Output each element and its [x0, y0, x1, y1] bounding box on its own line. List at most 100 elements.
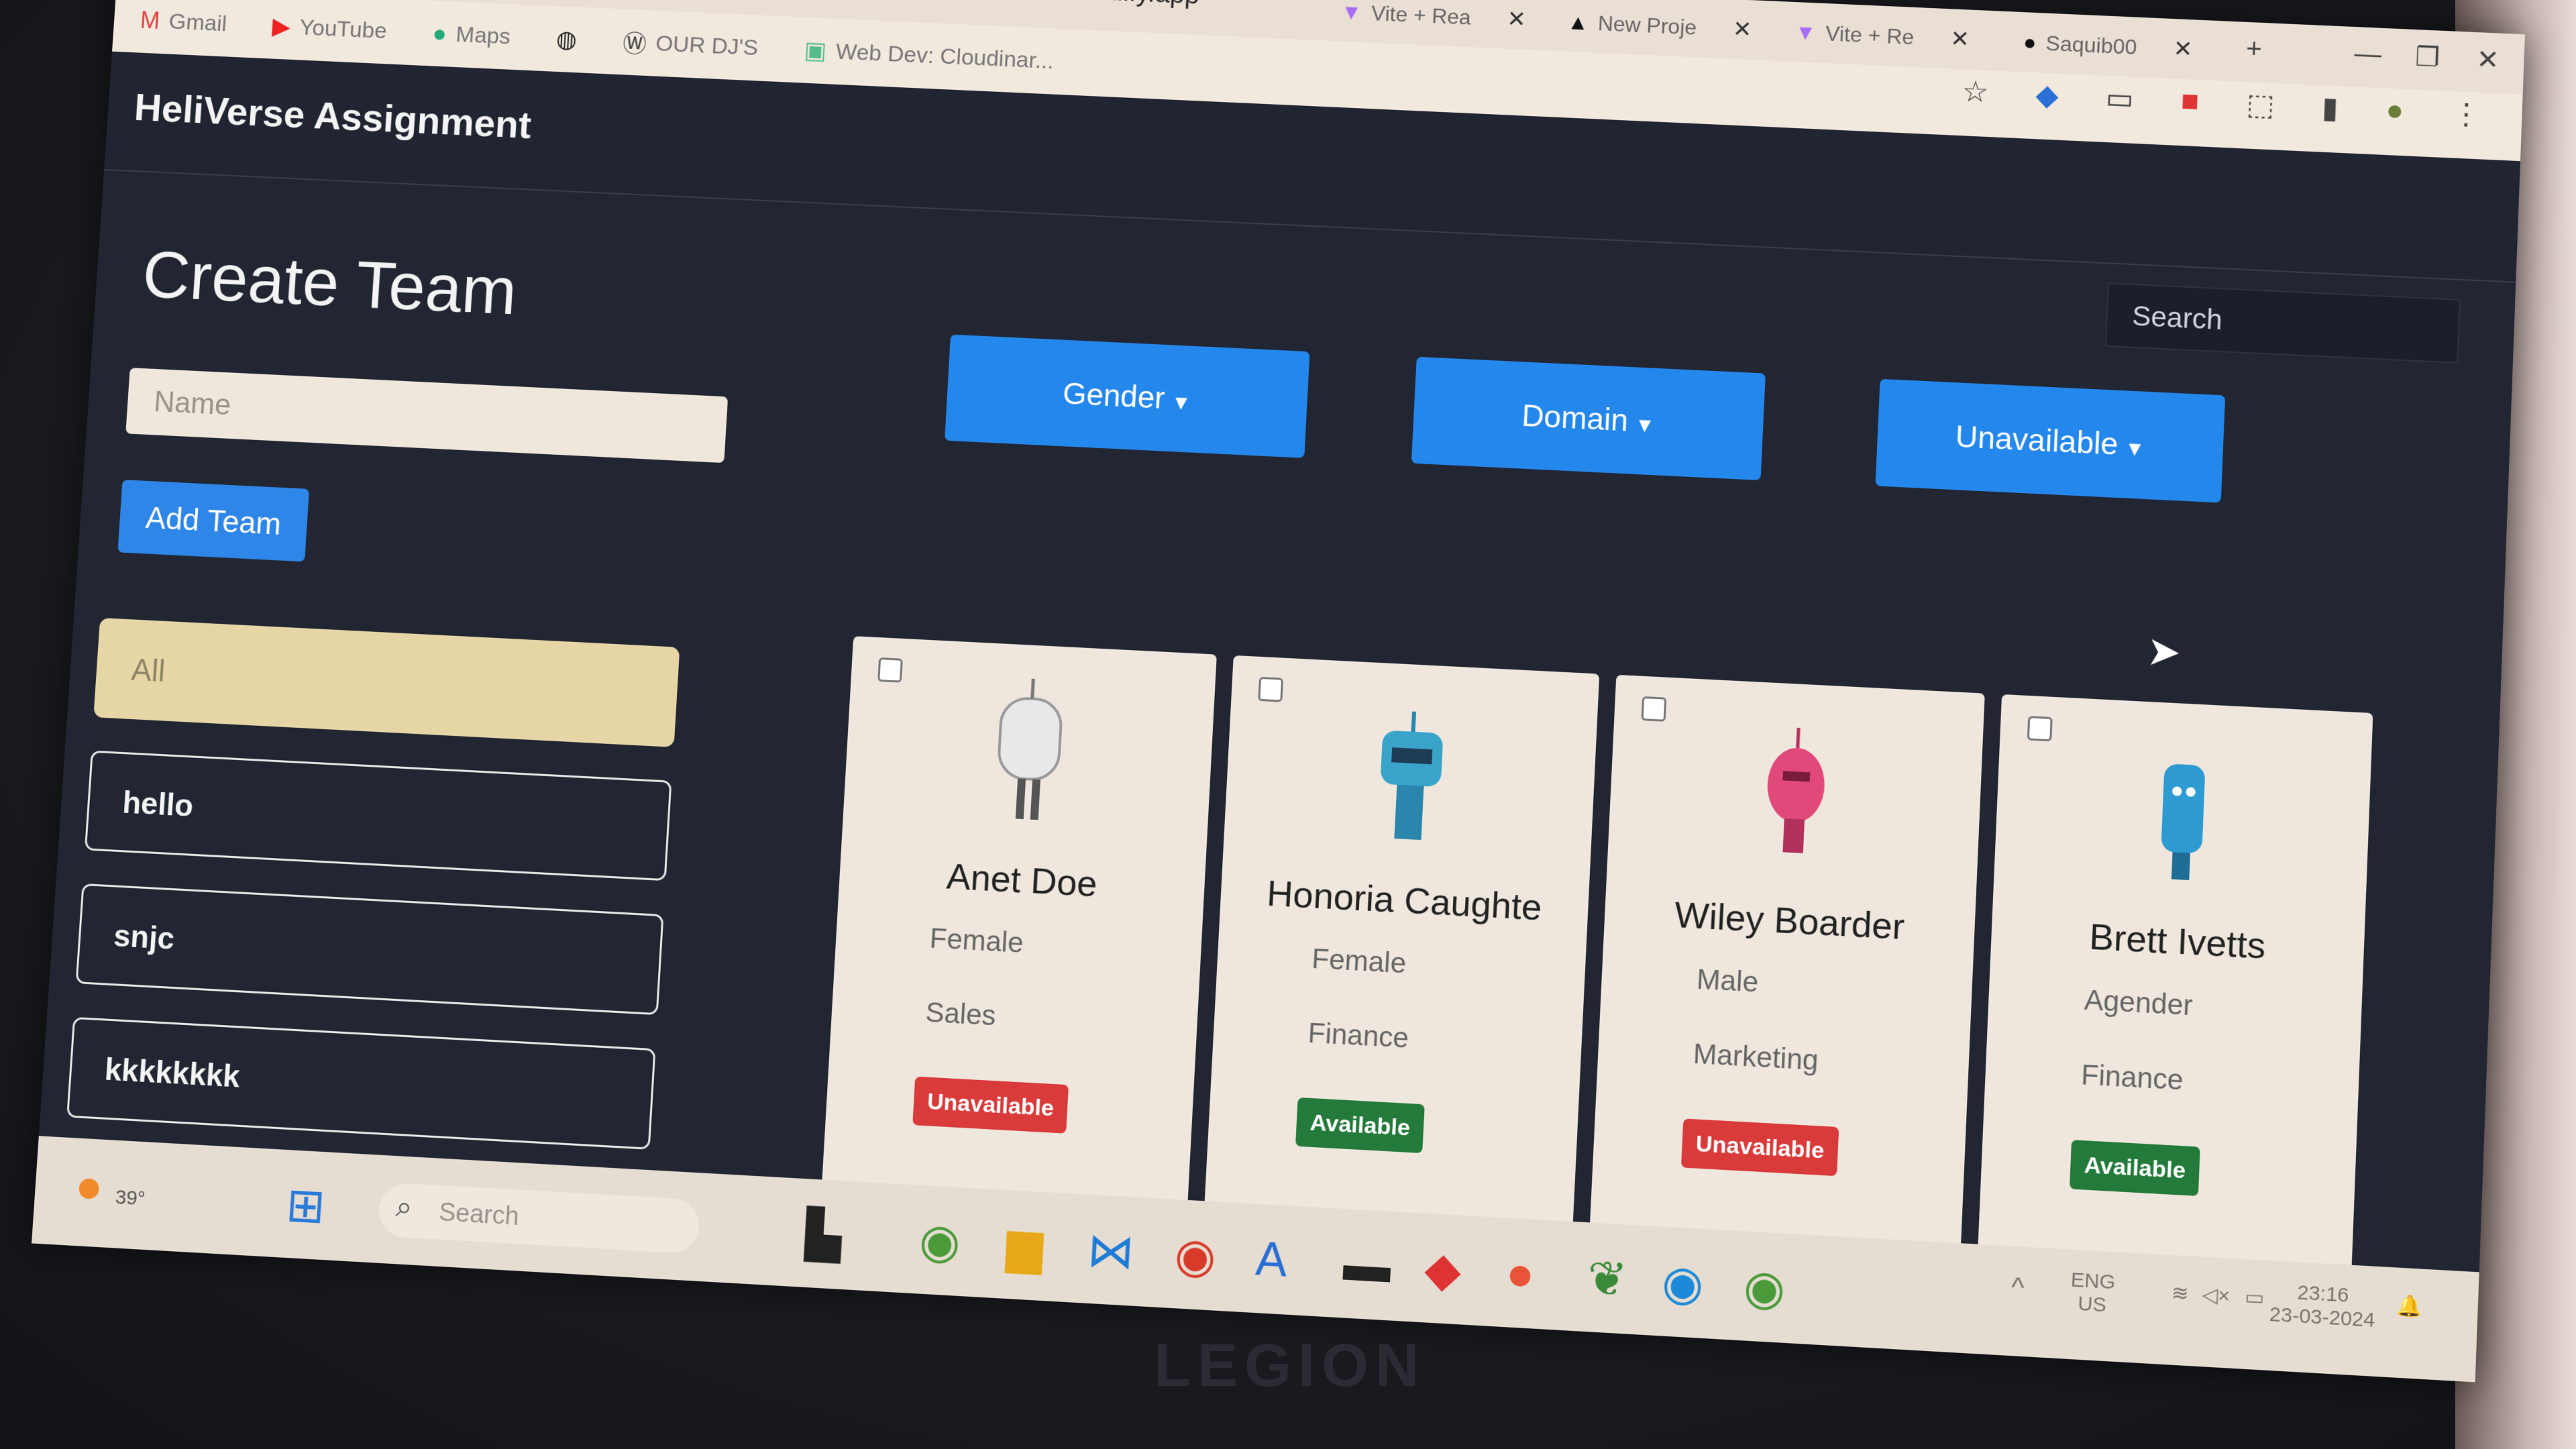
taskbar-search[interactable]: Search [377, 1182, 700, 1254]
robot-avatar-icon [1765, 708, 1826, 853]
select-checkbox[interactable] [877, 657, 903, 683]
wifi-icon: ≋ [2171, 1281, 2190, 1305]
caret-down-icon: ▼ [1633, 414, 1656, 437]
close-window-icon[interactable]: ✕ [2476, 44, 2500, 76]
tab-github[interactable]: ● Saquib00 ✕ [2023, 19, 2194, 73]
restore-icon[interactable]: ❐ [2415, 42, 2440, 73]
extension-icon[interactable]: ◆ [2035, 78, 2059, 113]
folder-icon[interactable]: ▆ [1005, 1217, 1044, 1275]
user-card: Brett Ivetts Agender Finance Available [1975, 694, 2373, 1327]
vite-icon: ▼ [1340, 0, 1363, 24]
postman-icon[interactable]: ● [1505, 1245, 1536, 1301]
create-team-title: Create Team [140, 237, 519, 329]
close-icon[interactable]: ✕ [2173, 36, 2193, 63]
bookmark-maps[interactable]: ● Maps [432, 19, 512, 50]
chrome-dev-icon[interactable]: ◉ [918, 1212, 962, 1270]
menu-icon[interactable]: ⋮ [2451, 97, 2481, 132]
tab-label: New Proje [1597, 11, 1697, 40]
puzzle-icon[interactable]: ⬚ [2246, 87, 2275, 122]
terminal-icon[interactable]: ▬ [1342, 1236, 1393, 1293]
app-page: HeliVerse Assignment Search Create Team … [38, 51, 2520, 1327]
cloudinary-icon: ▣ [803, 36, 828, 64]
bookmark-gmail[interactable]: M Gmail [140, 6, 228, 38]
availability-filter-label: Unavailable [1954, 419, 2119, 462]
extension-red-icon[interactable]: ■ [2180, 85, 2200, 119]
windows-start-icon[interactable]: ⊞ [284, 1177, 327, 1234]
anydesk-icon[interactable]: ◆ [1424, 1240, 1462, 1298]
user-gender: Male [1696, 963, 1760, 998]
github-icon: ● [2023, 30, 2037, 54]
profile-icon[interactable]: ● [2385, 93, 2404, 128]
user-card: Honoria Caughte Female Finance Available [1201, 655, 1600, 1283]
bell-icon[interactable]: 🔔 [2396, 1294, 2423, 1320]
gmail-icon: M [139, 6, 161, 34]
status-badge: Available [1295, 1097, 1425, 1154]
tab-new-project[interactable]: ▲ New Proje ✕ [1566, 0, 1753, 53]
add-team-button[interactable]: Add Team [117, 480, 310, 562]
maps-icon: ● [431, 19, 448, 48]
tab-vite-2[interactable]: ▼ Vite + Re ✕ [1794, 9, 1971, 63]
domain-filter-button[interactable]: Domain ▼ [1411, 356, 1766, 481]
sidepanel-icon[interactable]: ▮ [2321, 91, 2339, 125]
select-checkbox[interactable] [2027, 716, 2053, 742]
team-item-hello[interactable]: hello [84, 750, 672, 881]
gender-filter-label: Gender [1061, 376, 1166, 415]
mongodb-icon[interactable]: ❦ [1586, 1250, 1628, 1308]
tab-label: Saquib00 [2045, 30, 2138, 59]
tab-vite-1[interactable]: ▼ Vite + Rea ✕ [1340, 0, 1527, 43]
bookmark-youtube[interactable]: ▶ YouTube [272, 12, 388, 45]
user-name: Anet Doe [945, 856, 1099, 905]
status-badge: Unavailable [1680, 1118, 1839, 1177]
chrome-icon[interactable]: ◉ [1173, 1227, 1218, 1285]
app-store-icon[interactable]: A [1254, 1231, 1289, 1287]
team-item-kkkkkkkk[interactable]: kkkkkkkk [66, 1016, 656, 1150]
weather-icon: ● [73, 1159, 105, 1214]
search-icon: ⌕ [394, 1189, 414, 1224]
close-icon[interactable]: ✕ [1950, 25, 1970, 53]
file-icon[interactable]: ▙ [804, 1206, 843, 1264]
globe-icon: ◍ [555, 25, 578, 53]
bookmark-our-djs[interactable]: Ⓦ OUR DJ'S [622, 25, 759, 65]
user-name: Honoria Caughte [1266, 873, 1543, 928]
team-item-snjc[interactable]: snjc [75, 883, 664, 1016]
vscode-icon[interactable]: ⋈ [1086, 1222, 1136, 1280]
cast-icon[interactable]: ▭ [2105, 81, 2135, 116]
brand-title[interactable]: HeliVerse Assignment [133, 85, 533, 148]
wordpress-icon: Ⓦ [622, 30, 647, 58]
user-domain: Sales [924, 996, 997, 1032]
robot-avatar-icon [1379, 688, 1444, 841]
robot-avatar-icon [2160, 763, 2206, 881]
status-badge: Unavailable [912, 1076, 1069, 1134]
minimize-icon[interactable]: — [2354, 39, 2382, 70]
new-tab-button[interactable]: + [2245, 34, 2262, 65]
chrome-canary-icon[interactable]: ◉ [1742, 1258, 1786, 1317]
user-name: Wiley Boarder [1673, 894, 1906, 948]
gender-filter-button[interactable]: Gender ▼ [945, 334, 1310, 458]
bookmark-globe[interactable]: ◍ [555, 25, 578, 53]
availability-filter-button[interactable]: Unavailable ▼ [1875, 378, 2226, 503]
close-icon[interactable]: ✕ [1732, 16, 1752, 44]
weather-widget[interactable]: ● 39° [73, 1159, 148, 1216]
chevron-up-icon[interactable]: ^ [2010, 1272, 2025, 1303]
user-card: Wiley Boarder Male Marketing Unavailable [1587, 674, 1985, 1305]
volume-muted-icon: ◁× [2201, 1283, 2231, 1308]
select-checkbox[interactable] [1258, 676, 1284, 702]
search-input[interactable]: Search [2104, 282, 2461, 364]
region: US [2077, 1292, 2107, 1317]
legion-logo: LEGION [1154, 1332, 1426, 1399]
vercel-icon: ▲ [1566, 9, 1589, 34]
tab-label: Vite + Re [1825, 21, 1915, 49]
star-icon[interactable]: ☆ [1961, 74, 1990, 109]
robot-avatar-icon [968, 669, 1090, 820]
caret-down-icon: ▼ [1171, 391, 1192, 415]
team-name-input[interactable]: Name [125, 368, 729, 464]
user-domain: Finance [1307, 1016, 1410, 1054]
temperature: 39° [114, 1186, 146, 1210]
close-icon[interactable]: ✕ [1506, 6, 1526, 34]
bookmark-cloudinary[interactable]: ▣ Web Dev: Cloudinar... [804, 36, 1055, 75]
laptop-screen: 65ff155f430d3e2a92cca2e5--fascinating-za… [32, 0, 2525, 1383]
edge-icon[interactable]: ◉ [1661, 1254, 1705, 1312]
user-card: Anet Doe Female Sales Unavailable [818, 636, 1217, 1261]
select-checkbox[interactable] [1641, 696, 1667, 722]
team-item-all[interactable]: All [93, 617, 680, 747]
